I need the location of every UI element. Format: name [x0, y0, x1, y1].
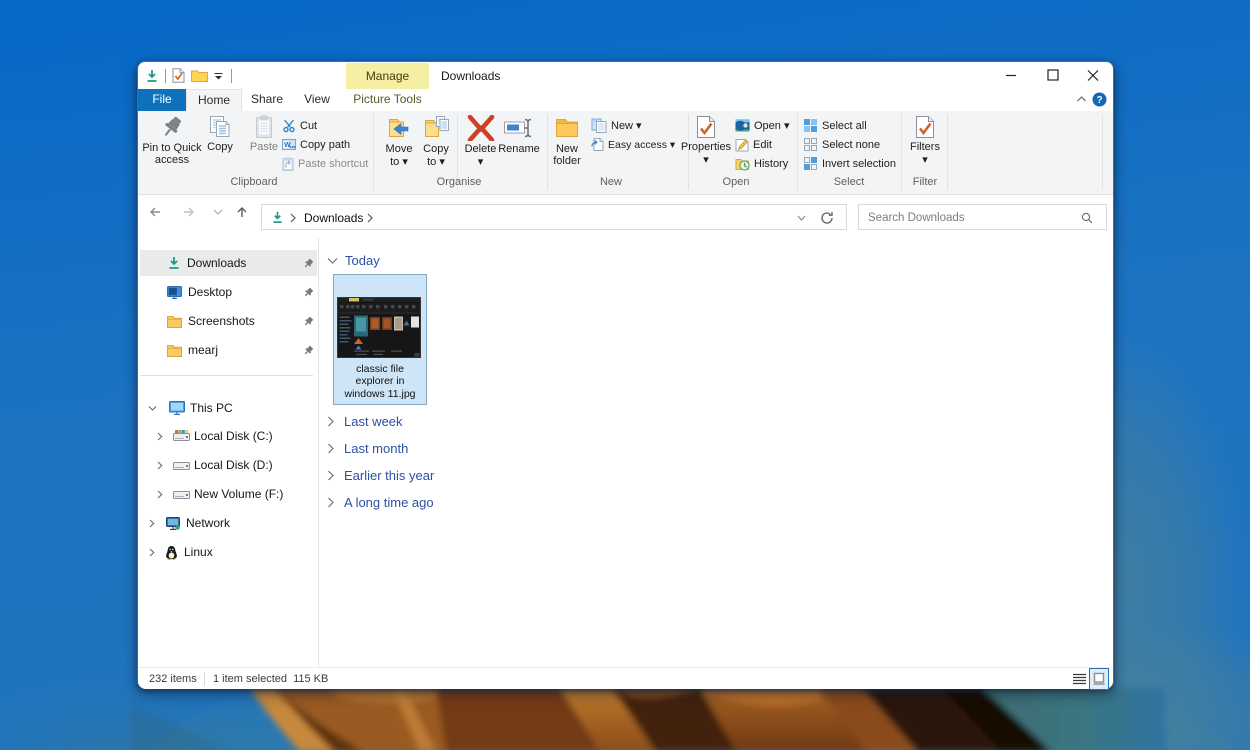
svg-text:W: W — [284, 142, 291, 149]
svg-text:?: ? — [1096, 95, 1102, 106]
